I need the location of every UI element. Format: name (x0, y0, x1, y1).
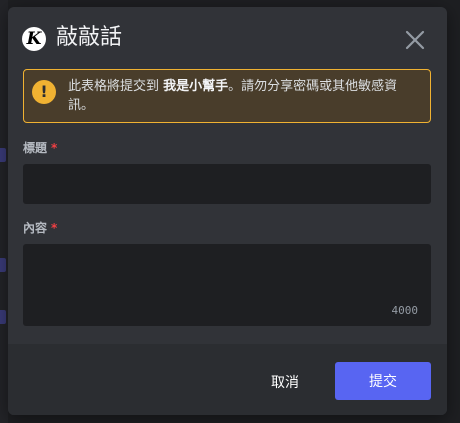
required-mark: * (51, 141, 58, 155)
close-button[interactable] (402, 27, 428, 53)
modal-dialog: K 敲敲話 ! 此表格將提交到 我是小幫手。請勿分享密碼或其他敏感資訊。 標題 *… (8, 7, 447, 415)
bot-name: 我是小幫手 (163, 79, 229, 94)
warning-text-before: 此表格將提交到 (68, 79, 164, 94)
submit-button[interactable]: 提交 (335, 362, 431, 400)
modal-header: K 敲敲話 (8, 7, 447, 69)
title-label-text: 標題 (23, 141, 48, 155)
char-count: 4000 (391, 304, 419, 317)
cancel-button[interactable]: 取消 (254, 363, 316, 401)
content-field-label: 內容 * (23, 221, 57, 235)
warning-icon: ! (32, 80, 56, 104)
modal-footer: 取消 提交 (8, 344, 447, 415)
close-icon (405, 30, 425, 50)
content-label-text: 內容 (23, 221, 48, 235)
required-mark: * (51, 221, 58, 235)
background-mark (0, 310, 6, 324)
background-mark (0, 258, 6, 272)
title-input[interactable] (23, 164, 431, 204)
background-app (0, 0, 8, 423)
title-field-label: 標題 * (23, 141, 57, 155)
warning-text: 此表格將提交到 我是小幫手。請勿分享密碼或其他敏感資訊。 (68, 77, 420, 115)
warning-banner: ! 此表格將提交到 我是小幫手。請勿分享密碼或其他敏感資訊。 (23, 69, 431, 123)
modal-title: 敲敲話 (56, 25, 123, 50)
app-logo-icon: K (22, 27, 46, 51)
background-mark (0, 148, 6, 162)
